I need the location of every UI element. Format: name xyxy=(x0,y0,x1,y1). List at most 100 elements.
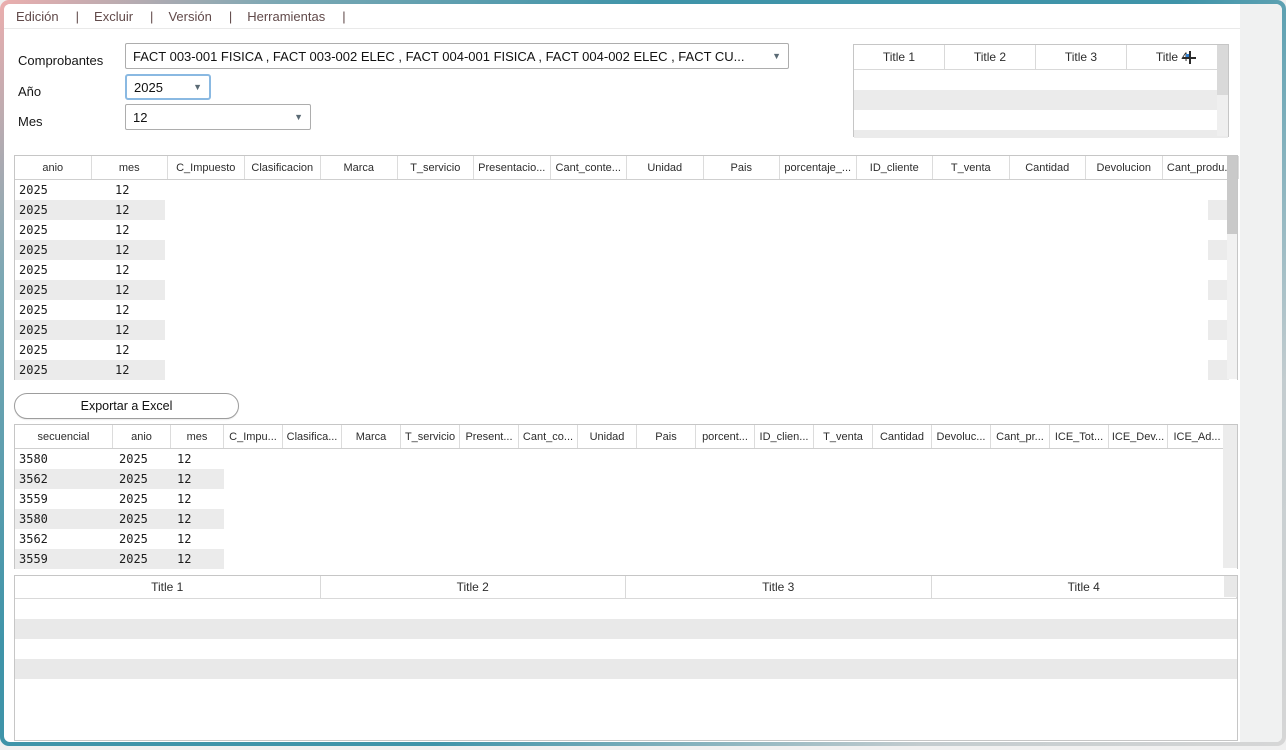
table-row[interactable] xyxy=(854,90,1228,110)
column-header[interactable]: T_venta xyxy=(933,156,1010,179)
column-header[interactable]: Title 4 xyxy=(932,576,1238,598)
grid-row[interactable]: 3562202512 xyxy=(15,469,1237,489)
chevron-down-icon[interactable]: ▼ xyxy=(193,83,202,92)
row-stripe xyxy=(1208,320,1229,340)
table-row[interactable] xyxy=(854,130,1228,138)
row-stripe xyxy=(1208,200,1229,220)
column-header[interactable]: Title 1 xyxy=(854,45,945,69)
grid-row[interactable]: 3559202512 xyxy=(15,489,1237,509)
chevron-down-icon[interactable]: ▼ xyxy=(772,52,781,61)
grid-row[interactable]: 202512 xyxy=(15,260,1237,280)
grid-cell: 2025 xyxy=(119,489,171,509)
table-row[interactable] xyxy=(854,110,1228,130)
column-header[interactable]: Marca xyxy=(321,156,398,179)
menu-item-edición[interactable]: Edición xyxy=(16,9,59,24)
column-header[interactable]: mes xyxy=(92,156,169,179)
vertical-scrollbar[interactable] xyxy=(1227,156,1237,379)
menu-item-versión[interactable]: Versión xyxy=(168,9,211,24)
row-stripe xyxy=(1208,360,1229,380)
column-header[interactable]: ID_clien... xyxy=(755,425,814,448)
mes-combobox[interactable]: 12 ▼ xyxy=(125,104,311,130)
grid-cell: 3559 xyxy=(19,549,111,569)
table-row[interactable] xyxy=(15,659,1237,679)
grid-row[interactable]: 202512 xyxy=(15,240,1237,260)
scrollbar-thumb[interactable] xyxy=(1217,45,1228,95)
column-header[interactable]: Title 4 xyxy=(1127,45,1218,69)
column-header[interactable]: Present... xyxy=(460,425,519,448)
column-header[interactable]: Clasifica... xyxy=(283,425,342,448)
column-header[interactable]: mes xyxy=(171,425,224,448)
column-header[interactable]: Title 1 xyxy=(15,576,321,598)
grid-row[interactable]: 202512 xyxy=(15,320,1237,340)
column-header[interactable]: Marca xyxy=(342,425,401,448)
column-header[interactable]: T_venta xyxy=(814,425,873,448)
table-row[interactable] xyxy=(15,639,1237,659)
column-header[interactable]: ICE_Ad... xyxy=(1168,425,1227,448)
column-header[interactable]: T_servicio xyxy=(401,425,460,448)
mes-value: 12 xyxy=(133,110,288,125)
column-header[interactable]: ICE_Tot... xyxy=(1050,425,1109,448)
column-header[interactable]: Pais xyxy=(637,425,696,448)
column-header[interactable]: Clasificacion xyxy=(245,156,322,179)
column-header[interactable]: T_servicio xyxy=(398,156,475,179)
grid-header-row: secuencialaniomesC_Impu...Clasifica...Ma… xyxy=(15,425,1237,449)
comprobantes-combobox[interactable]: FACT 003-001 FISICA , FACT 003-002 ELEC … xyxy=(125,43,789,69)
table-row[interactable] xyxy=(854,70,1228,90)
grid-row[interactable]: 202512 xyxy=(15,220,1237,240)
table-row[interactable] xyxy=(15,599,1237,619)
anio-combobox[interactable]: 2025 ▼ xyxy=(125,74,211,100)
column-header[interactable]: Title 2 xyxy=(945,45,1036,69)
preview-scrollbar[interactable] xyxy=(1217,45,1228,136)
grid-row[interactable]: 3562202512 xyxy=(15,529,1237,549)
menu-item-excluir[interactable]: Excluir xyxy=(94,9,133,24)
column-header[interactable]: Cantidad xyxy=(873,425,932,448)
column-header[interactable]: ICE_Dev... xyxy=(1109,425,1168,448)
detail-data-grid: secuencialaniomesC_Impu...Clasifica...Ma… xyxy=(14,424,1238,569)
column-header[interactable]: ID_cliente xyxy=(857,156,934,179)
grid-row[interactable]: 3580202512 xyxy=(15,449,1237,469)
column-header[interactable]: Presentacio... xyxy=(474,156,551,179)
column-header[interactable]: anio xyxy=(113,425,171,448)
window-body: Edición|Excluir|Versión|Herramientas| Co… xyxy=(4,4,1282,742)
column-header[interactable]: porcentaje_... xyxy=(780,156,857,179)
grid-cell: 12 xyxy=(177,549,225,569)
column-header[interactable]: C_Impu... xyxy=(224,425,283,448)
menu-separator: | xyxy=(342,9,345,24)
column-header[interactable]: Unidad xyxy=(627,156,704,179)
column-header[interactable]: Devoluc... xyxy=(932,425,991,448)
column-header[interactable]: Title 2 xyxy=(321,576,627,598)
scrollbar-thumb[interactable] xyxy=(1227,156,1237,234)
grid-row[interactable]: 202512 xyxy=(15,340,1237,360)
grid-row[interactable]: 3559202512 xyxy=(15,549,1237,569)
column-header[interactable]: Cantidad xyxy=(1010,156,1087,179)
grid-row[interactable]: 202512 xyxy=(15,200,1237,220)
column-header[interactable]: anio xyxy=(15,156,92,179)
grid-cell: 12 xyxy=(115,360,175,380)
column-header[interactable]: C_Impuesto xyxy=(168,156,245,179)
column-header[interactable]: Devolucion xyxy=(1086,156,1163,179)
column-header[interactable]: Title 3 xyxy=(626,576,932,598)
grid-row[interactable]: 202512 xyxy=(15,280,1237,300)
column-header[interactable]: Cant_pr... xyxy=(991,425,1050,448)
anio-value: 2025 xyxy=(134,80,187,95)
table-row[interactable] xyxy=(15,619,1237,639)
column-header[interactable]: Unidad xyxy=(578,425,637,448)
grid-row[interactable]: 202512 xyxy=(15,360,1237,380)
column-header[interactable]: Cant_conte... xyxy=(551,156,628,179)
column-header[interactable]: Cant_co... xyxy=(519,425,578,448)
column-header[interactable]: porcent... xyxy=(696,425,755,448)
scrollbar-track[interactable] xyxy=(1223,425,1237,568)
menu-item-herramientas[interactable]: Herramientas xyxy=(247,9,325,24)
grid-cell: 12 xyxy=(115,340,175,360)
app-screen: Edición|Excluir|Versión|Herramientas| Co… xyxy=(0,0,1286,750)
column-header[interactable]: secuencial xyxy=(15,425,113,448)
grid-row[interactable]: 202512 xyxy=(15,180,1237,200)
grid-row[interactable]: 202512 xyxy=(15,300,1237,320)
chevron-down-icon[interactable]: ▼ xyxy=(294,113,303,122)
column-header[interactable]: Pais xyxy=(704,156,781,179)
grid-cell: 12 xyxy=(115,220,175,240)
column-header[interactable]: Title 3 xyxy=(1036,45,1127,69)
row-stripe xyxy=(1208,280,1229,300)
export-excel-button[interactable]: Exportar a Excel xyxy=(14,393,239,419)
grid-row[interactable]: 3580202512 xyxy=(15,509,1237,529)
